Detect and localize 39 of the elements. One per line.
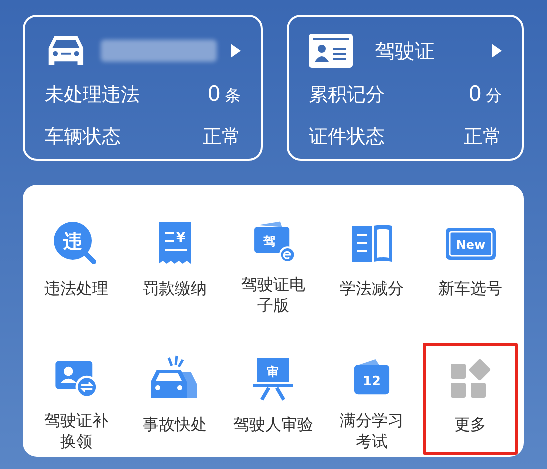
chevron-right-icon: [231, 44, 241, 58]
service-label: 子版: [257, 295, 290, 316]
service-label: 罚款缴纳: [142, 278, 207, 299]
stat-value: 正常: [464, 124, 502, 150]
stat-value: 0: [468, 81, 482, 108]
service-item[interactable]: 学法减分: [324, 207, 420, 319]
service-label: 考试: [356, 431, 388, 452]
vehicle-card[interactable]: 未处理违法 0 条 车辆状态 正常: [23, 15, 263, 161]
service-item[interactable]: 事故快处: [128, 343, 222, 455]
service-label: 违法处理: [44, 278, 108, 299]
service-label: 满分学习: [340, 410, 404, 431]
service-item[interactable]: New 新车选号: [423, 207, 518, 319]
service-item[interactable]: 驾 驾驶证电 子版: [226, 207, 321, 319]
chevron-right-icon: [492, 44, 502, 58]
stat-unit: 条: [225, 85, 241, 107]
service-item[interactable]: 违 违法处理: [29, 207, 124, 319]
stat-unit: 分: [486, 85, 502, 107]
stat-value: 正常: [203, 124, 241, 150]
service-item[interactable]: ¥ 罚款缴纳: [128, 207, 222, 319]
service-item[interactable]: 更多: [423, 343, 518, 455]
service-label: 驾驶证电: [241, 274, 306, 295]
service-label: 新车选号: [438, 278, 503, 299]
stat-label: 未处理违法: [45, 83, 140, 108]
service-label: 更多: [454, 414, 487, 435]
service-label: 换领: [60, 431, 92, 452]
license-card[interactable]: 驾驶证 累积记分 0 分 证件状态 正常: [287, 15, 524, 161]
service-label: 学法减分: [340, 278, 404, 299]
service-item[interactable]: 12 满分学习 考试: [324, 343, 420, 455]
service-label: 事故快处: [142, 414, 207, 435]
service-label: 驾驶证补: [44, 410, 108, 431]
service-item[interactable]: 审 驾驶人审验: [226, 343, 321, 455]
stat-value: 0: [208, 81, 221, 108]
service-item[interactable]: 驾驶证补 换领: [29, 343, 124, 455]
card-title: 驾驶证: [375, 38, 435, 65]
stat-label: 累积记分: [309, 83, 385, 108]
stat-label: 车辆状态: [45, 124, 121, 150]
stat-label: 证件状态: [309, 124, 385, 150]
id-card-icon: [309, 34, 353, 68]
service-label: 驾驶人审验: [233, 414, 314, 435]
